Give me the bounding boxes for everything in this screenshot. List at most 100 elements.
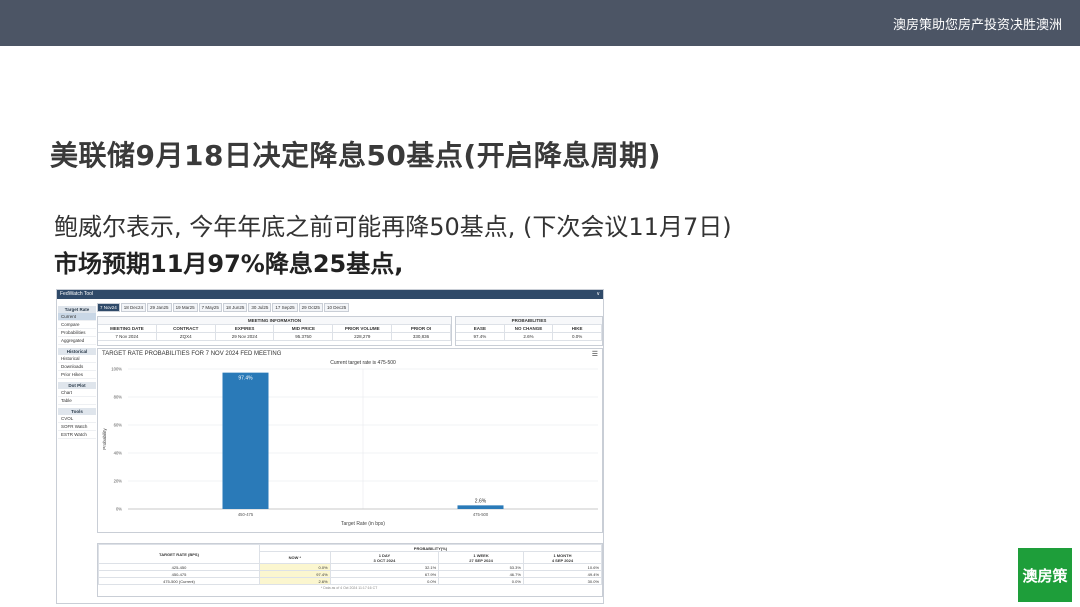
sidebar-item[interactable]: Compare [58,321,96,329]
sidebar-item[interactable]: Aggregated [58,337,96,345]
meeting-tab[interactable]: 17 Sep25 [272,303,298,312]
column-header-line1: NOW * [288,555,302,560]
meeting-tab[interactable]: 30 Jul25 [248,303,272,312]
table-cell: MEETING DATE [98,325,157,332]
table-cell: NO CHANGE [505,325,554,332]
now-cell: 97.4% [258,570,331,578]
table-cell: 97.4% [456,333,505,340]
one-week-cell: 46.7% [438,570,524,578]
table-cell: EASE [456,325,505,332]
table-cell: CONTRACT [157,325,216,332]
tool-title: FedWatch Tool [60,291,94,297]
probabilities-value-row: 97.4% 2.6% 0.0% [456,333,603,341]
table-cell: 29 Nov 2024 [216,333,275,340]
bar [222,372,269,509]
sidebar-item[interactable]: Current [58,313,96,321]
column-header: NOW * [258,551,331,564]
meeting-tab[interactable]: 7 May25 [198,303,222,312]
chart-subtitle: Current target rate is 475-500 [330,360,396,366]
sidebar-item[interactable]: Historical [58,355,96,363]
table-cell: PRIOR VOLUME [333,325,393,332]
rate-cell: 425-450 [98,563,260,571]
probabilities-title: PROBABILITIES [456,317,602,325]
sidebar-group-label: Target Rate [58,306,96,313]
empty-cell [99,585,260,592]
y-axis-title: Probability [102,428,107,450]
chevron-down-icon[interactable]: ∨ [596,290,600,299]
brand-tagline: 澳房策助您房产投资决胜澳洲 [892,18,1062,33]
table-cell: 0.0% [553,333,603,340]
one-month-cell: 30.0% [522,577,603,585]
table-cell: ZQX4 [157,333,216,340]
slide-line-2: 市场预期11月97%降息25基点, [54,250,404,278]
table-cell: 7 Nov 2024 [98,333,157,340]
sidebar-item[interactable]: Downloads [58,363,96,371]
rate-cell: 475-500 (Current) [98,577,260,585]
meeting-tab[interactable]: 10 Dec25 [323,303,350,312]
table-cell: 330,836 [392,333,451,340]
meeting-info-header-row: MEETING DATE CONTRACT EXPIRES MID PRICE PRIO… [98,325,451,333]
sidebar-item[interactable]: Prior Hikes [58,371,96,379]
table-row: 450-475 97.4% 67.9% 46.7% 49.4% [98,570,603,578]
meeting-info-value-row: 7 Nov 2024 ZQX4 29 Nov 2024 95.3750 228,279 3… [98,333,451,341]
one-day-cell: 67.9% [329,570,440,578]
table-cell: HIKE [553,325,603,332]
meeting-tab[interactable]: 18 Dec24 [120,303,147,312]
column-header-line2: 4 SEP 2024 [551,557,574,563]
table-cell: MID PRICE [274,325,334,332]
table-row: 425-450 0.0% 32.1% 53.3% 10.6% [98,563,603,571]
y-tick-label: 80% [114,395,123,400]
one-day-cell: 32.1% [329,563,440,571]
probability-table-panel: TARGET RATE (BPS) PROBABILITY(%) NOW * 1 DA… [97,543,603,597]
meeting-info-title: MEETING INFORMATION [98,317,451,325]
top-bar: 澳房策助您房产投资决胜澳洲 [0,0,1080,46]
sidebar-group-label: Historical [58,348,96,355]
sidebar-group-label: Tools [58,408,96,415]
table-row: 475-500 (Current) 2.6% 0.0% 0.0% 30.0% [98,577,603,585]
meeting-tab[interactable]: 29 Oct25 [298,303,323,312]
meeting-tab[interactable]: 18 Jun25 [222,303,248,312]
now-cell: 0.0% [258,563,331,571]
footnote: * Data as of 4 Oct 2024 11:17:16 CT [320,586,378,591]
bar [457,505,504,509]
bar-chart: Current target rate is 475-500 0% 20% 40% 60… [102,360,598,527]
x-axis-title: Target Rate (in bps) [341,521,385,527]
meeting-tab[interactable]: 19 Mar25 [172,303,198,312]
column-header: 1 DAY 3 OCT 2024 [329,551,440,564]
chart-panel: TARGET RATE PROBABILITIES FOR 7 NOV 2024… [97,348,603,533]
one-week-cell: 0.0% [438,577,524,585]
sidebar-item[interactable]: ESTR Watch [58,431,96,439]
sidebar-item[interactable]: CVOL [58,415,96,423]
fedwatch-screenshot: FedWatch Tool ∨ Target Rate Current Compar… [56,289,604,604]
now-cell: 2.6% [258,577,331,585]
tool-header: FedWatch Tool ∨ [57,290,603,299]
meeting-information-panel: MEETING INFORMATION MEETING DATE CONTRACT… [97,316,452,346]
table-cell: PRIOR OI [392,325,451,332]
group-header: PROBABILITY(%) [258,544,603,552]
y-tick-label: 60% [114,423,123,428]
one-month-cell: 49.4% [522,570,603,578]
one-month-cell: 10.6% [522,563,603,571]
probabilities-header-row: EASE NO CHANGE HIKE [456,325,603,333]
sidebar-item[interactable]: Probabilities [58,329,96,337]
slide-line-1: 鲍威尔表示, 今年年底之前可能再降50基点, (下次会议11月7日) [54,213,732,241]
tool-sidebar: Target Rate Current Compare Probabilities Ag… [58,303,96,439]
brand-logo: 澳房策 [1018,548,1072,602]
table-cell: 228,279 [333,333,393,340]
sidebar-item[interactable]: SOFR Watch [58,423,96,431]
probability-table: TARGET RATE (BPS) PROBABILITY(%) NOW * 1 DA… [98,544,603,592]
one-week-cell: 53.3% [438,563,524,571]
table-footnote-row: * Data as of 4 Oct 2024 11:17:16 CT [99,585,602,592]
x-tick-label: 475-500 [473,512,489,517]
column-header-line2: 27 SEP 2024 [469,557,493,563]
y-tick-label: 20% [114,479,123,484]
column-header: 1 MONTH 4 SEP 2024 [522,551,603,564]
meeting-tab[interactable]: 29 Jan25 [147,303,172,312]
sidebar-item[interactable]: Chart [58,389,96,397]
data-label: 2.6% [475,498,487,504]
table-cell: 2.6% [505,333,554,340]
meeting-tabs: 7 Nov24 18 Dec24 29 Jan25 19 Mar25 7 May25 18… [97,303,350,313]
sidebar-item[interactable]: Table [58,397,96,405]
slide-title: 美联储9月18日决定降息50基点(开启降息周期) [50,139,662,172]
meeting-tab[interactable]: 7 Nov24 [97,303,120,312]
